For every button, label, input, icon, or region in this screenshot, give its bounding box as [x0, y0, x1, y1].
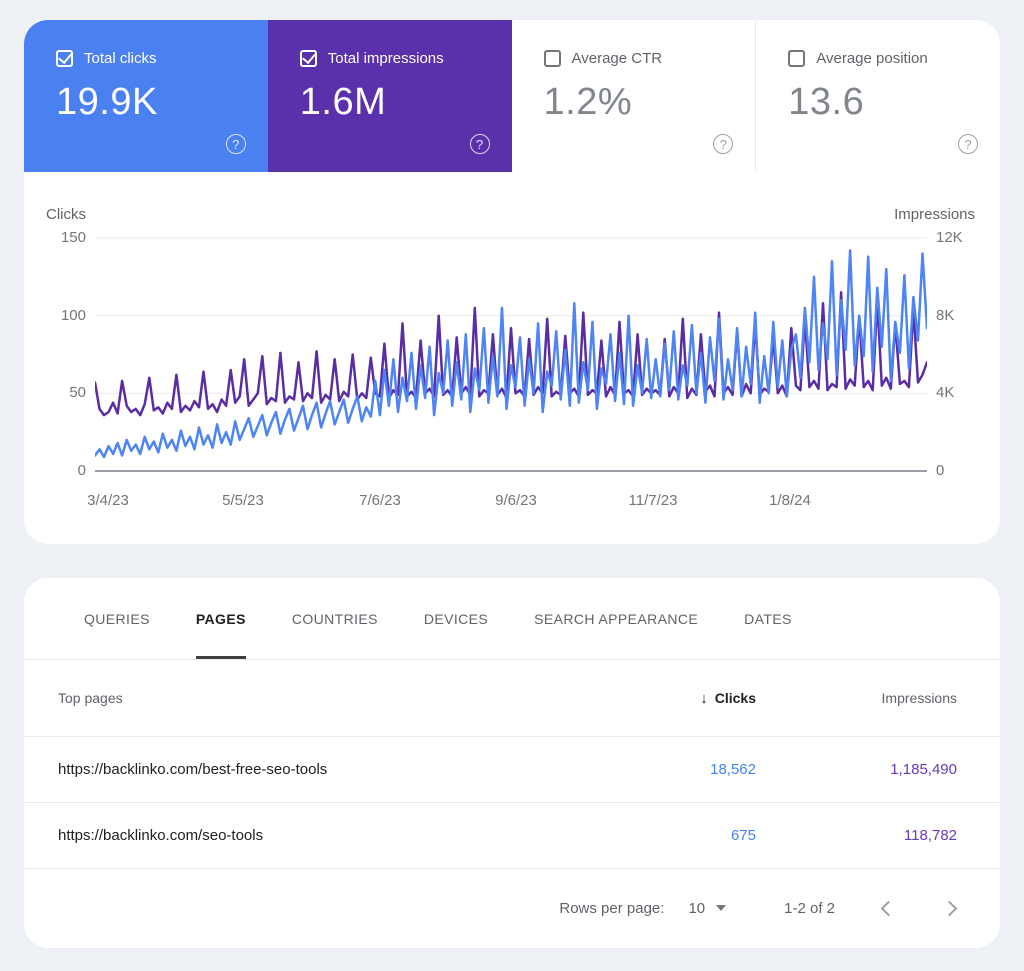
- left-axis-title: Clicks: [46, 206, 86, 223]
- page-url-link[interactable]: https://backlinko.com/best-free-seo-tool…: [58, 761, 606, 778]
- performance-summary-panel: Total clicks 19.9K ? Total impressions 1…: [24, 20, 1000, 544]
- x-axis-tick: 3/4/23: [87, 492, 129, 509]
- tab-label: QUERIES: [84, 610, 150, 627]
- metric-value: 1.6M: [299, 81, 387, 123]
- impressions-value: 1,185,490: [890, 761, 957, 778]
- total-impressions-checkbox[interactable]: [299, 50, 317, 67]
- help-icon[interactable]: ?: [958, 134, 978, 154]
- metric-label: Total impressions: [327, 50, 444, 67]
- clicks-header-label: Clicks: [714, 689, 756, 706]
- top-pages-column-header: Top pages: [58, 690, 123, 706]
- results-table-panel: QUERIES PAGES COUNTRIES DEVICES SEARCH A…: [24, 578, 1000, 948]
- sort-descending-icon: ↓: [700, 689, 708, 707]
- metric-label: Total clicks: [84, 50, 157, 67]
- x-axis-tick: 1/8/24: [769, 492, 811, 509]
- tab-dates[interactable]: DATES: [744, 578, 792, 659]
- left-axis-tick: 100: [60, 307, 86, 324]
- tab-label: DATES: [744, 610, 792, 627]
- next-page-icon[interactable]: [941, 900, 958, 916]
- performance-chart: Clicks Impressions 150 100 50 0 12K 8K 4…: [24, 172, 1000, 544]
- table-row: https://backlinko.com/seo-tools 675 118,…: [24, 803, 1000, 869]
- page-url-link[interactable]: https://backlinko.com/seo-tools: [58, 827, 606, 844]
- x-axis-labels: 3/4/23 5/5/23 7/6/23 9/6/23 11/7/23 1/8/…: [87, 492, 927, 512]
- previous-page-icon[interactable]: [880, 900, 897, 916]
- tab-label: COUNTRIES: [291, 610, 378, 627]
- tab-countries[interactable]: COUNTRIES: [292, 578, 378, 659]
- metric-value: 13.6: [788, 81, 865, 123]
- right-axis-title: Impressions: [894, 206, 975, 223]
- metric-label: Average position: [816, 50, 928, 67]
- clicks-column-header[interactable]: ↓ Clicks: [606, 690, 756, 707]
- clicks-value: 675: [730, 827, 756, 844]
- average-position-checkbox[interactable]: [788, 50, 806, 67]
- left-axis-tick: 150: [60, 229, 86, 246]
- tab-pages[interactable]: PAGES: [195, 578, 246, 659]
- impressions-value: 118,782: [903, 827, 957, 844]
- total-clicks-checkbox[interactable]: [56, 50, 73, 67]
- table-pagination: Rows per page: 10 1-2 of 2: [24, 869, 1000, 947]
- right-axis-tick: 0: [936, 462, 945, 479]
- right-axis-tick: 4K: [936, 384, 955, 401]
- table-header-row: Top pages ↓ Clicks Impressions: [24, 660, 1000, 737]
- pagination-range: 1-2 of 2: [784, 899, 835, 917]
- clicks-value: 18,562: [710, 761, 756, 778]
- metric-card-total-clicks[interactable]: Total clicks 19.9K ?: [24, 20, 268, 172]
- impressions-column-header[interactable]: Impressions: [756, 690, 957, 706]
- clicks-line: [95, 249, 927, 459]
- help-icon[interactable]: ?: [469, 134, 490, 154]
- help-icon[interactable]: ?: [713, 134, 734, 154]
- right-axis-tick: 12K: [936, 229, 963, 246]
- left-axis-tick: 0: [77, 462, 86, 479]
- x-axis-tick: 7/6/23: [359, 492, 401, 509]
- help-icon[interactable]: ?: [225, 134, 246, 154]
- tab-search-appearance[interactable]: SEARCH APPEARANCE: [534, 578, 698, 659]
- rows-per-page-value: 10: [688, 899, 706, 917]
- rows-per-page-select[interactable]: 10: [688, 899, 727, 917]
- metric-value: 1.2%: [543, 81, 633, 123]
- metric-card-average-position[interactable]: Average position 13.6 ?: [755, 20, 1000, 172]
- metric-value: 19.9K: [56, 81, 158, 123]
- dimension-tabs: QUERIES PAGES COUNTRIES DEVICES SEARCH A…: [24, 578, 1000, 660]
- metric-card-total-impressions[interactable]: Total impressions 1.6M ?: [267, 20, 512, 172]
- average-ctr-checkbox[interactable]: [543, 50, 561, 67]
- tab-label: SEARCH APPEARANCE: [534, 610, 699, 627]
- tab-queries[interactable]: QUERIES: [84, 578, 150, 659]
- dropdown-arrow-icon: [716, 905, 727, 911]
- tab-label: DEVICES: [423, 610, 489, 627]
- metric-cards-row: Total clicks 19.9K ? Total impressions 1…: [24, 20, 1000, 172]
- chart-plot-area: [95, 237, 927, 472]
- tab-label: PAGES: [195, 610, 246, 627]
- rows-per-page-label: Rows per page:: [559, 899, 665, 917]
- right-axis-tick: 8K: [936, 307, 955, 324]
- left-axis-tick: 50: [69, 384, 86, 401]
- metric-card-average-ctr[interactable]: Average CTR 1.2% ?: [511, 20, 756, 172]
- x-axis-tick: 11/7/23: [628, 492, 678, 509]
- metric-label: Average CTR: [571, 50, 663, 67]
- table-row: https://backlinko.com/best-free-seo-tool…: [24, 737, 1000, 803]
- tab-devices[interactable]: DEVICES: [424, 578, 488, 659]
- x-axis-tick: 9/6/23: [495, 492, 537, 509]
- x-axis-tick: 5/5/23: [222, 492, 264, 509]
